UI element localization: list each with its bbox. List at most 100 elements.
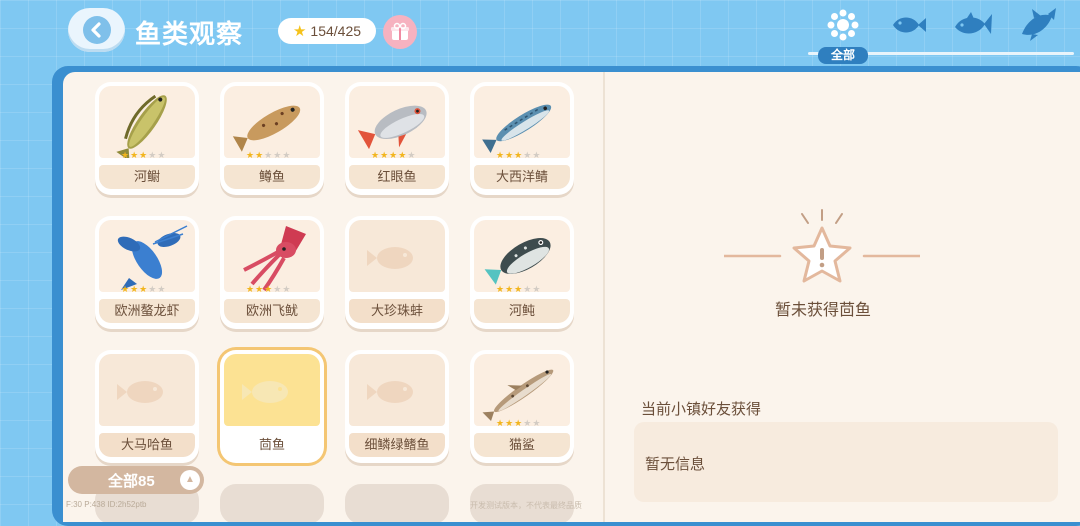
star-icon: ★	[130, 150, 139, 160]
star-icon: ★	[523, 150, 532, 160]
star-icon: ★	[121, 284, 130, 294]
star-icon: ★	[148, 150, 157, 160]
fish-art	[349, 220, 445, 292]
rarity-stars: ★ ★ ★ ★ ★	[246, 284, 290, 294]
star-icon: ★	[255, 284, 264, 294]
rarity-stars: ★ ★ ★ ★ ★	[496, 284, 540, 294]
locked-fish-silhouette-icon	[367, 247, 413, 269]
fish-name: 细鳞绿鳍鱼	[349, 433, 445, 457]
debug-info: F:30 P:438 ID:2h52ptb	[66, 500, 147, 509]
star-alert-icon	[722, 209, 922, 283]
fish-art	[474, 354, 570, 426]
fish-name: 河鳚	[99, 165, 195, 189]
fish-name: 欧洲飞鱿	[224, 299, 320, 323]
category-tab-medium-fish[interactable]	[953, 8, 993, 42]
gift-icon	[391, 22, 409, 40]
star-icon: ★	[157, 284, 166, 294]
fish-card[interactable]: ★ ★ ★ ★ ★ 红眼鱼	[345, 82, 449, 195]
fish-card[interactable]: 大马哈鱼	[95, 350, 199, 463]
friends-section-title: 当前小镇好友获得	[641, 401, 762, 418]
small-fish-icon	[893, 17, 926, 33]
fish-art	[224, 220, 320, 292]
category-tab-all[interactable]	[823, 8, 863, 42]
blenny-fish-icon	[116, 94, 167, 161]
star-icon: ★	[398, 150, 407, 160]
star-icon: ★	[264, 150, 273, 160]
fish-art	[224, 354, 320, 426]
star-icon: ★	[292, 23, 307, 40]
debug-watermark: 开发测试版本，不代表最终品质	[470, 501, 582, 510]
star-icon: ★	[273, 284, 282, 294]
fish-name: 鳟鱼	[224, 165, 320, 189]
rarity-stars: ★ ★ ★ ★ ★	[371, 150, 415, 160]
star-icon: ★	[255, 150, 264, 160]
lobster-icon	[117, 225, 188, 290]
fish-card[interactable]: ★ ★ ★ ★ ★ 欧洲螯龙虾	[95, 216, 199, 329]
medium-fish-icon	[955, 12, 992, 34]
fish-card[interactable]: ★ ★ ★ ★ ★ 猫鲨	[470, 350, 574, 463]
page-title: 鱼类观察	[135, 19, 244, 49]
fish-card[interactable]: 茴鱼	[220, 350, 324, 463]
fish-collection-page[interactable]: ★ ★ ★ ★ ★ 河鳚 ★ ★ ★ ★ ★ 鳟鱼 ★ ★ ★ ★ ★ 红眼鱼 ★ ★ ★ ★ ★ 大西洋鲭 ★ ★ ★ ★ ★ 欧洲螯龙…	[63, 72, 603, 522]
star-icon: ★	[139, 150, 148, 160]
star-icon: ★	[505, 150, 514, 160]
category-tab-big-fish[interactable]	[1018, 8, 1058, 42]
fish-card[interactable]: 细鳞绿鳍鱼	[345, 350, 449, 463]
star-icon: ★	[496, 284, 505, 294]
star-icon: ★	[157, 150, 166, 160]
category-tab-small-fish[interactable]	[888, 8, 928, 42]
grid-circle-icon	[827, 9, 859, 41]
fish-card[interactable]: ★ ★ ★ ★ ★ 鳟鱼	[220, 82, 324, 195]
fish-card[interactable]: ★ ★ ★ ★ ★ 大西洋鲭	[470, 82, 574, 195]
star-icon: ★	[389, 150, 398, 160]
star-icon: ★	[264, 284, 273, 294]
fish-name: 河鲀	[474, 299, 570, 323]
fish-art	[224, 86, 320, 158]
star-icon: ★	[514, 418, 523, 428]
collapse-up-icon: ▲	[180, 470, 200, 490]
back-button[interactable]	[68, 8, 125, 52]
star-icon: ★	[246, 284, 255, 294]
star-icon: ★	[505, 284, 514, 294]
fish-card[interactable]: ★ ★ ★ ★ ★ 河鲀	[470, 216, 574, 329]
locked-fish-silhouette-icon	[367, 381, 413, 403]
total-label: 全部85	[108, 472, 155, 490]
fish-card[interactable]: ★ ★ ★ ★ ★ 欧洲飞鱿	[220, 216, 324, 329]
filter-total-button[interactable]: 全部85 ▲	[68, 466, 204, 494]
star-icon: ★	[282, 284, 291, 294]
not-obtained-badge	[722, 208, 922, 298]
star-icon: ★	[532, 284, 541, 294]
rarity-stars: ★ ★ ★ ★ ★	[121, 284, 165, 294]
star-icon: ★	[121, 150, 130, 160]
fish-art	[474, 86, 570, 158]
category-active-label: 全部	[818, 47, 868, 64]
fish-art	[99, 86, 195, 161]
big-fish-icon	[1022, 8, 1056, 41]
star-icon: ★	[532, 150, 541, 160]
fish-name: 红眼鱼	[349, 165, 445, 189]
rarity-stars: ★ ★ ★ ★ ★	[496, 418, 540, 428]
rarity-stars: ★ ★ ★ ★ ★	[246, 150, 290, 160]
pufferfish-icon	[484, 238, 551, 285]
mackerel-icon	[482, 104, 552, 154]
fish-card[interactable]: 大珍珠蚌	[345, 216, 449, 329]
fish-art	[349, 86, 445, 158]
star-count: 154/425	[310, 23, 362, 39]
fish-card-partial[interactable]	[220, 484, 324, 522]
star-icon: ★	[496, 150, 505, 160]
fish-name: 大西洋鲭	[474, 165, 570, 189]
fish-card[interactable]: ★ ★ ★ ★ ★ 河鳚	[95, 82, 199, 195]
reward-gift-button[interactable]	[383, 15, 417, 49]
star-icon: ★	[523, 418, 532, 428]
fish-art	[99, 354, 195, 426]
fish-name: 大珍珠蚌	[349, 299, 445, 323]
locked-fish-silhouette-icon	[117, 381, 163, 403]
star-icon: ★	[130, 284, 139, 294]
fish-name: 茴鱼	[224, 433, 320, 457]
catshark-icon	[482, 369, 554, 422]
friends-empty-text: 暂无信息	[645, 456, 706, 473]
star-icon: ★	[514, 150, 523, 160]
fish-card-partial[interactable]	[345, 484, 449, 522]
star-icon: ★	[273, 150, 282, 160]
back-arrow-icon	[82, 16, 111, 44]
